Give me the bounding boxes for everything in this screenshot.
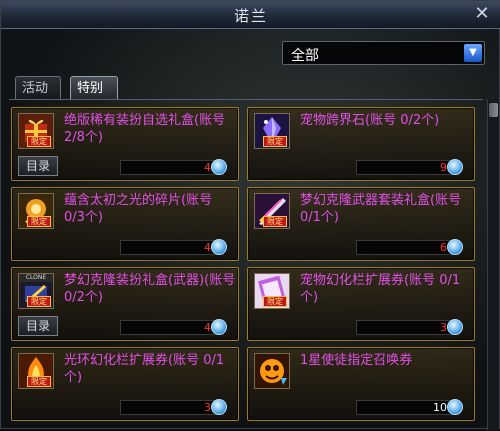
item-card[interactable]: 限定 光环幻化栏扩展券(账号 0/1个) 3 [11,347,239,421]
clone-badge: CLONE [19,274,53,282]
coin-icon [447,159,463,175]
apostle-summon-icon[interactable] [254,353,290,389]
limited-badge: 限定 [263,136,287,147]
tab-activity[interactable]: 活动 [15,76,61,99]
price-value: 3 [204,401,211,414]
item-card[interactable]: CLONE 限定 梦幻克隆装扮礼盒(武器)(账号 0/2个) 目录 4 [11,267,239,341]
item-name: 绝版稀有装扮自选礼盒(账号 2/8个) [64,113,226,145]
aura-ticket-icon[interactable]: 限定 [18,353,54,389]
scroll-thumb[interactable] [489,103,498,117]
item-card[interactable]: 限定 蕴含太初之光的碎片(账号 0/3个) 4 [11,187,239,261]
price-value: 9 [440,161,447,174]
coin-icon [447,319,463,335]
limited-badge: 限定 [27,296,51,307]
item-price: 4 [120,319,227,335]
gift-box-icon[interactable]: 限定 [18,113,54,149]
catalog-button[interactable]: 目录 [18,316,58,336]
item-name: 宠物幻化栏扩展券(账号 0/1个) [300,273,461,305]
item-name: 梦幻克隆武器套装礼盒(账号 0/1个) [300,193,462,225]
item-list-scrollbar[interactable] [487,99,499,430]
clone-box-icon[interactable]: CLONE 限定 [18,273,54,309]
item-price: 10 [356,399,463,415]
dropdown-selected-value: 全部 [291,48,319,64]
item-name: 宠物跨界石(账号 0/2个) [300,113,440,128]
item-name: 1星使徒指定召唤券 [300,353,413,368]
item-name: 光环幻化栏扩展券(账号 0/1个) [64,353,225,385]
item-card[interactable]: 限定 宠物幻化栏扩展券(账号 0/1个) 3 [247,267,475,341]
title-bar[interactable]: 诺兰 ✕ [1,1,500,29]
price-value: 6 [440,241,447,254]
close-icon: ✕ [474,3,490,24]
limited-badge: 限定 [27,136,51,147]
light-fragment-icon[interactable]: 限定 [18,193,54,229]
item-price: 6 [356,239,463,255]
price-value: 4 [204,241,211,254]
price-value: 3 [440,321,447,334]
item-card[interactable]: 限定 梦幻克隆武器套装礼盒(账号 0/1个) 6 [247,187,475,261]
item-price: 3 [120,399,227,415]
close-button[interactable]: ✕ [471,4,493,24]
limited-badge: 限定 [27,376,51,387]
item-price: 4 [120,159,227,175]
crystal-icon[interactable]: 限定 [254,113,290,149]
window-title: 诺兰 [233,7,268,25]
pet-ticket-icon[interactable]: 限定 [254,273,290,309]
limited-badge: 限定 [27,216,51,227]
item-price: 4 [120,239,227,255]
price-value: 4 [204,161,211,174]
tab-special[interactable]: 特别 [70,76,118,99]
item-card[interactable]: 限定 宠物跨界石(账号 0/2个) 9 [247,107,475,181]
item-list: 限定 绝版稀有装扮自选礼盒(账号 2/8个) 目录 4 限定 宠物跨界石(账号 … [9,99,483,431]
coin-icon [211,239,227,255]
limited-badge: 限定 [263,216,287,227]
item-card[interactable]: 限定 绝版稀有装扮自选礼盒(账号 2/8个) 目录 4 [11,107,239,181]
price-value: 4 [204,321,211,334]
noran-shop-window: 诺兰 ✕ 全部 ▼ 活动 特别 限定 绝版稀有装扮自选礼盒(账号 2/8个) 目… [0,0,500,431]
item-name: 梦幻克隆装扮礼盒(武器)(账号 0/2个) [64,273,236,305]
item-price: 9 [356,159,463,175]
category-filter-dropdown[interactable]: 全部 ▼ [282,41,485,65]
coin-icon [211,159,227,175]
chevron-down-icon[interactable]: ▼ [464,44,482,62]
coin-icon [211,319,227,335]
price-value: 10 [433,401,447,414]
coin-icon [211,399,227,415]
limited-badge: 限定 [263,296,287,307]
weapon-box-icon[interactable]: 限定 [254,193,290,229]
coin-icon [447,399,463,415]
item-name: 蕴含太初之光的碎片(账号 0/3个) [64,193,213,225]
catalog-button[interactable]: 目录 [18,156,58,176]
item-card[interactable]: 1星使徒指定召唤券 10 [247,347,475,421]
coin-icon [447,239,463,255]
item-price: 3 [356,319,463,335]
